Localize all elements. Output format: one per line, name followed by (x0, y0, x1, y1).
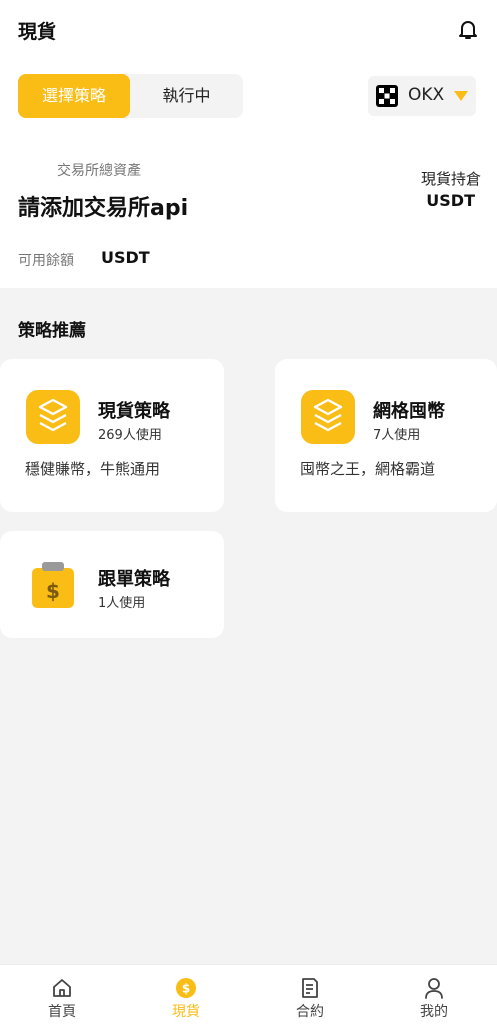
okx-logo-icon (376, 85, 398, 107)
home-icon (53, 979, 71, 997)
layers-icon (26, 390, 80, 444)
add-exchange-api-link[interactable]: 請添加交易所api (18, 190, 188, 222)
strategy-card-grid[interactable]: 網格囤幣 7人使用 囤幣之王，網格霸道 (275, 359, 497, 512)
document-icon (302, 978, 318, 998)
svg-text:$: $ (46, 579, 60, 603)
strategy-name: 現貨策略 (98, 401, 170, 422)
strategy-name: 跟單策略 (98, 569, 170, 590)
nav-mine[interactable]: 我的 (372, 965, 496, 1024)
available-balance-label: 可用餘額 (18, 253, 74, 269)
nav-home[interactable]: 首頁 (0, 965, 124, 1024)
bottom-nav: 首頁 $ 現貨 合約 我的 (0, 964, 497, 1024)
strategy-user-count: 269人使用 (98, 428, 162, 443)
tab-running[interactable]: 執行中 (130, 74, 243, 118)
caret-down-icon (454, 91, 468, 101)
strategy-user-count: 7人使用 (373, 428, 421, 443)
nav-spot[interactable]: $ 現貨 (124, 965, 248, 1024)
svg-text:$: $ (182, 982, 190, 996)
section-title: 策略推薦 (18, 321, 86, 341)
user-icon (425, 978, 443, 999)
tab-select-strategy[interactable]: 選擇策略 (18, 74, 130, 118)
bell-icon[interactable] (456, 17, 480, 41)
nav-label: 現貨 (172, 1004, 200, 1020)
spot-holding-unit: USDT (426, 191, 475, 210)
total-assets-label: 交易所總資產 (57, 163, 141, 179)
nav-label: 我的 (420, 1004, 448, 1020)
exchange-selector[interactable]: OKX (368, 76, 476, 116)
coin-icon: $ (176, 978, 196, 998)
strategy-name: 網格囤幣 (373, 401, 445, 422)
strategy-card-spot[interactable]: 現貨策略 269人使用 穩健賺幣，牛熊通用 (0, 359, 224, 512)
page-title: 現貨 (18, 21, 57, 43)
spot-holding-label: 現貨持倉 (420, 170, 481, 188)
available-balance-unit: USDT (101, 248, 150, 267)
nav-label: 首頁 (48, 1004, 76, 1020)
nav-contract[interactable]: 合約 (248, 965, 372, 1024)
strategy-tab-switch: 選擇策略 執行中 (18, 74, 243, 118)
exchange-name: OKX (408, 85, 445, 105)
dollar-bag-icon: $ (32, 562, 74, 608)
strategy-card-copy-trade[interactable]: $ 跟單策略 1人使用 (0, 531, 224, 638)
strategy-description: 穩健賺幣，牛熊通用 (25, 460, 161, 478)
account-panel: 現貨 選擇策略 執行中 OKX 交易所總資產 請添加交易所api 現貨持倉 US… (0, 0, 497, 288)
strategy-description: 囤幣之王，網格霸道 (300, 460, 436, 478)
strategy-user-count: 1人使用 (98, 596, 146, 611)
nav-label: 合約 (296, 1004, 324, 1020)
layers-icon (301, 390, 355, 444)
